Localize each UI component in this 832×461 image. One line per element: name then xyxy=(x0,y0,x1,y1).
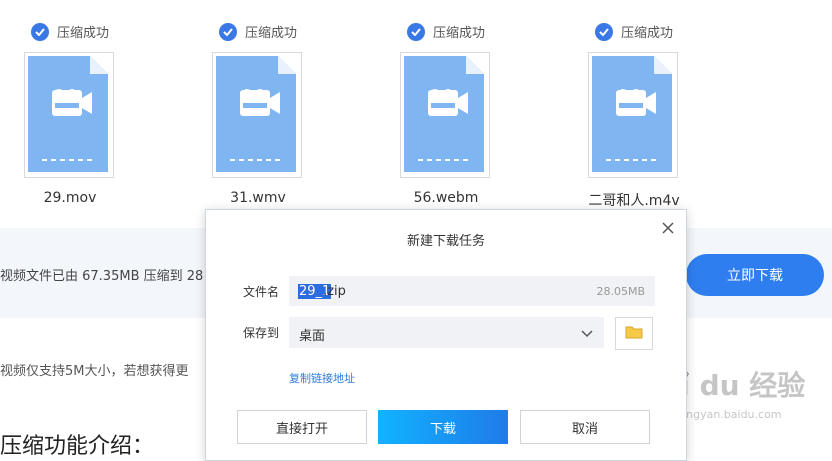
cancel-button[interactable]: 取消 xyxy=(520,410,650,444)
dialog-title: 新建下载任务 xyxy=(406,234,485,249)
size-limit-note: 视频仅支持5M大小，若想获得更 xyxy=(0,364,189,379)
check-icon xyxy=(218,22,237,41)
check-icon xyxy=(406,22,425,41)
folder-icon xyxy=(625,324,643,343)
watermark-url: jingyan.baidu.com xyxy=(680,408,782,421)
filename-extension: .zip xyxy=(323,284,346,299)
filename-label: 文件名 xyxy=(243,285,280,299)
file-name: 二哥和人.m4v xyxy=(588,193,680,209)
download-now-button[interactable]: 立即下载 xyxy=(686,254,824,296)
copy-link-address[interactable]: 复制链接地址 xyxy=(289,370,355,386)
video-file-icon xyxy=(588,52,678,178)
status-label: 压缩成功 xyxy=(56,26,109,41)
open-directly-button[interactable]: 直接打开 xyxy=(237,410,367,444)
video-file-icon xyxy=(212,52,302,178)
compress-status: 压缩成功 xyxy=(376,22,516,41)
compress-status: 压缩成功 xyxy=(564,22,704,41)
download-dialog: 新建下载任务 文件名 29_1 .zip 28.05MB 保存到 桌面 复制链接… xyxy=(205,209,687,461)
compression-summary: 视频文件已由 67.35MB 压缩到 28 xyxy=(0,269,204,284)
video-file-icon xyxy=(400,52,490,178)
file-name: 56.webm xyxy=(413,190,479,206)
download-button[interactable]: 下载 xyxy=(378,410,508,444)
section-title: 压缩功能介绍： xyxy=(0,434,155,459)
browse-folder-button[interactable] xyxy=(615,317,653,350)
file-name: 29.mov xyxy=(43,190,97,206)
status-label: 压缩成功 xyxy=(244,26,297,41)
file-size: 28.05MB xyxy=(596,285,645,298)
check-icon xyxy=(594,22,613,41)
file-name: 31.wmv xyxy=(230,190,286,206)
close-icon[interactable] xyxy=(660,220,676,236)
save-to-label: 保存到 xyxy=(243,326,280,340)
save-location-value: 桌面 xyxy=(299,329,326,344)
compress-status: 压缩成功 xyxy=(0,22,140,41)
chevron-down-icon xyxy=(580,325,594,344)
save-location-select[interactable]: 桌面 xyxy=(289,317,604,348)
compress-status: 压缩成功 xyxy=(188,22,328,41)
filename-input[interactable]: 29_1 .zip 28.05MB xyxy=(289,276,655,306)
status-label: 压缩成功 xyxy=(432,26,485,41)
check-icon xyxy=(30,22,49,41)
status-label: 压缩成功 xyxy=(620,26,673,41)
video-file-icon xyxy=(24,52,114,178)
